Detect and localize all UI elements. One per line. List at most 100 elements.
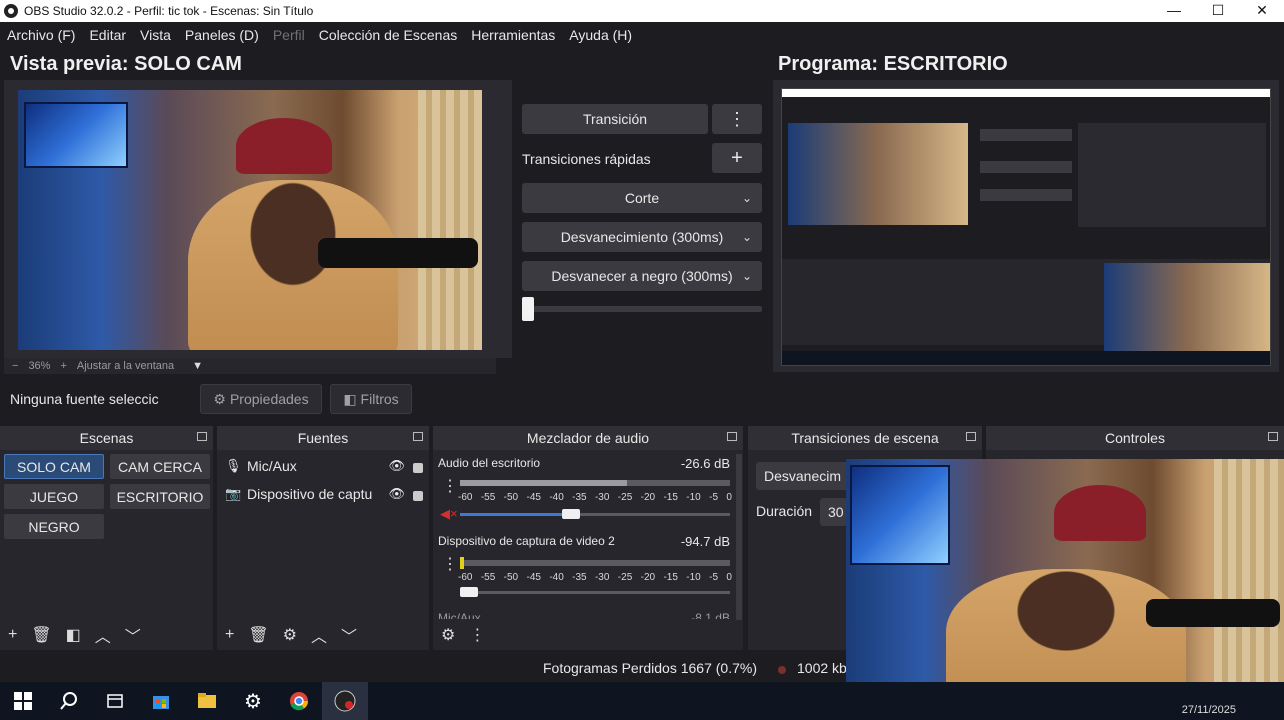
audio-meter [460,560,730,566]
chevron-down-icon[interactable]: ⌄ [742,230,752,244]
minimize-button[interactable]: — [1152,0,1196,22]
sources-dock-title: Fuentes [297,430,349,446]
add-icon[interactable]: + [8,626,17,644]
meter-scale: -60 -55 -50 -45 -40 -35 -30 -25 -20 -15 -10 -5 0 [458,572,732,583]
quick-transition-fade[interactable]: Desvanecimiento (300ms) ⌄ [522,222,762,252]
chevron-down-icon[interactable]: ⌄ [742,191,752,205]
undock-icon[interactable] [197,432,207,441]
channel-db: -94.7 dB [680,534,730,549]
muted-speaker-icon[interactable]: ◀× [440,506,458,522]
mixer-channel-desktop: Audio del escritorio -26.6 dB [438,456,732,472]
lock-icon[interactable] [413,491,423,501]
source-item[interactable]: 🎙 Mic/Aux 👁 [225,454,425,478]
filters-button[interactable]: ◧ Filtros [330,384,412,414]
scene-cam-cerca[interactable]: CAM CERCA [110,454,210,479]
trash-icon[interactable]: 🗑 [248,625,268,645]
undock-icon[interactable] [1268,432,1278,441]
mixer-toolbar: ⚙ ⋮ [433,620,485,650]
menu-vista[interactable]: Vista [133,27,178,43]
scenes-dock-title: Escenas [79,430,134,446]
visibility-eye-icon[interactable]: 👁 [388,458,405,474]
add-quick-transition-icon[interactable]: + [712,143,762,173]
obs-icon[interactable] [322,682,368,720]
transition-more-icon[interactable]: ⋮ [712,104,762,134]
connection-status-icon [778,666,786,674]
menu-perfil[interactable]: Perfil [266,27,312,43]
chevron-up-icon[interactable]: ︿ [311,623,327,647]
add-icon[interactable]: + [225,626,234,644]
scene-filters-icon[interactable]: ◧ [66,625,81,645]
scene-escritorio[interactable]: ESCRITORIO [110,484,210,509]
no-source-selected-label: Ninguna fuente seleccic [10,391,159,407]
quick-transition-corte[interactable]: Corte ⌄ [522,183,762,213]
zoom-in-button[interactable]: + [60,360,66,372]
menu-herramientas[interactable]: Herramientas [464,27,562,43]
gear-icon: ⚙ [213,390,226,407]
fit-window-button[interactable]: Ajustar a la ventana [77,360,174,372]
quick-transition-fade-black[interactable]: Desvanecer a negro (300ms) ⌄ [522,261,762,291]
volume-slider[interactable] [460,591,730,594]
menu-editar[interactable]: Editar [82,27,133,43]
task-view-icon[interactable] [92,682,138,720]
channel-menu-icon[interactable]: ⋮ [442,554,458,574]
properties-button[interactable]: ⚙ Propiedades [200,384,322,414]
maximize-button[interactable]: ☐ [1196,0,1240,22]
scene-solo-cam[interactable]: SOLO CAM [4,454,104,479]
scene-transitions-title: Transiciones de escena [791,430,939,446]
volume-slider-fill [460,513,568,516]
chevron-down-icon[interactable]: ﹀ [341,623,357,647]
advanced-audio-gear-icon[interactable]: ⚙ [441,625,455,645]
undock-icon[interactable] [966,432,976,441]
zoom-out-button[interactable]: − [12,360,18,372]
menu-coleccion-escenas[interactable]: Colección de Escenas [312,27,465,43]
meter-scale: -60 -55 -50 -45 -40 -35 -30 -25 -20 -15 -10 -5 0 [458,492,732,503]
tbar-handle[interactable] [522,297,534,321]
chevron-up-icon[interactable]: ︿ [95,623,111,647]
audio-meter-peak [460,557,464,569]
windows-start-icon[interactable] [0,682,46,720]
mixer-scrollbar[interactable] [736,454,742,620]
scenes-dock-header: Escenas [0,426,213,450]
menu-paneles[interactable]: Paneles (D) [178,27,266,43]
windows-taskbar: ⚙ 27/11/2025 [0,682,1284,720]
preview-canvas[interactable] [4,80,512,358]
undock-icon[interactable] [727,432,737,441]
chevron-down-icon[interactable]: ⌄ [742,269,752,283]
scene-juego[interactable]: JUEGO [4,484,104,509]
controls-header: Controles [986,426,1284,450]
filter-icon: ◧ [343,390,357,407]
menu-archivo[interactable]: Archivo (F) [0,27,82,43]
gear-icon[interactable]: ⚙ [283,625,297,645]
close-button[interactable]: ✕ [1240,0,1284,22]
store-icon[interactable] [138,682,184,720]
source-item[interactable]: 📷 Dispositivo de captu 👁 [225,482,425,506]
lock-icon[interactable] [413,463,423,473]
scenes-dock: Escenas SOLO CAM CAM CERCA JUEGO ESCRITO… [0,426,213,650]
tbar-track[interactable] [522,306,762,312]
undock-icon[interactable] [413,432,423,441]
search-icon[interactable] [46,682,92,720]
file-explorer-icon[interactable] [184,682,230,720]
preview-video-image [18,90,482,350]
zoom-dropdown-icon[interactable]: ▼ [192,360,203,372]
quick-transition-label: Desvanecimiento (300ms) [560,229,724,245]
channel-menu-icon[interactable]: ⋮ [442,476,458,496]
mixer-menu-icon[interactable]: ⋮ [469,625,485,645]
menu-ayuda[interactable]: Ayuda (H) [562,27,639,43]
volume-slider-handle[interactable] [562,509,580,519]
scene-negro[interactable]: NEGRO [4,514,104,539]
settings-icon[interactable]: ⚙ [230,682,276,720]
transition-button[interactable]: Transición [522,104,708,134]
chevron-down-icon[interactable]: ﹀ [125,623,141,647]
zoom-level: 36% [28,360,51,372]
menu-bar: Archivo (F) Editar Vista Paneles (D) Per… [0,22,1284,48]
scene-transitions-header: Transiciones de escena [748,426,982,450]
preview-zoom-bar: − 36% + Ajustar a la ventana ▼ [4,358,496,374]
sources-dock: Fuentes 🎙 Mic/Aux 👁 📷 Dispositivo de cap… [217,426,429,650]
visibility-eye-icon[interactable]: 👁 [388,486,405,502]
quick-transition-label: Corte [624,190,660,206]
program-title: Programa: ESCRITORIO [778,53,1008,75]
volume-slider-handle[interactable] [460,587,478,597]
chrome-icon[interactable] [276,682,322,720]
trash-icon[interactable]: 🗑 [31,625,51,645]
